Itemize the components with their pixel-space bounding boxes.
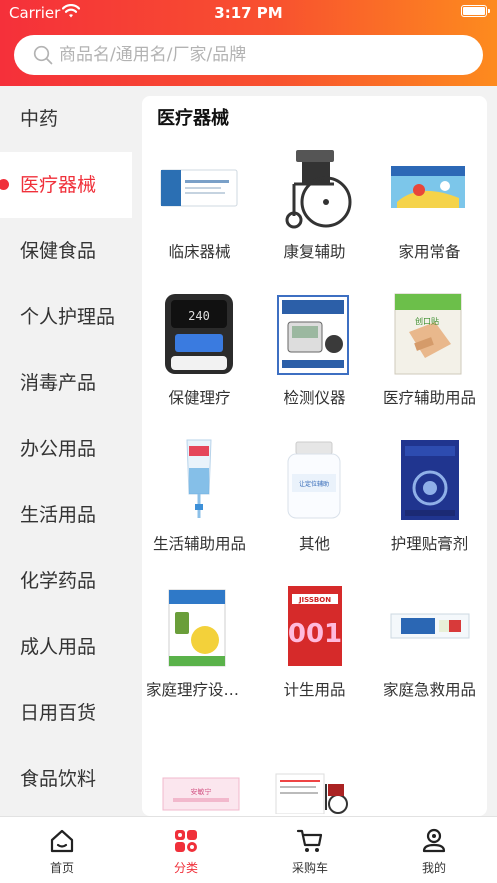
cart-icon [296,829,323,852]
sidebar-item-label: 消毒产品 [20,372,97,394]
sidebar-item-label: 化学药品 [20,570,97,592]
svg-text:001: 001 [288,619,342,649]
subcategory-label: 家庭急救用品 [382,681,476,699]
subcategory-label: 临床器械 [168,243,231,261]
liquid-bag-image [186,439,212,518]
tab-label: 分类 [173,861,198,875]
sidebar-item[interactable]: 化学药品 [0,548,132,614]
subcategory-item[interactable]: 创口贴 医疗辅助用品 [372,286,487,432]
subcategory-item[interactable]: 家庭急救用品 [372,578,487,724]
subcategory-panel: 医疗器械 临床器械 康复辅助 家用常备 240 保健理疗 检测仪器 创口贴医疗辅助用品生活辅… [142,96,487,816]
sidebar-item[interactable]: 消毒产品 [0,350,132,416]
sidebar-item-label: 成人用品 [20,636,97,658]
subcategory-item[interactable]: 240 保健理疗 [142,286,257,432]
tab-bar: 首页 分类 采购车 我的 [0,816,497,883]
svg-text:安敏宁: 安敏宁 [191,787,212,796]
tab-category-grid[interactable]: 分类 [124,817,248,883]
sidebar-item-label: 办公用品 [20,438,97,460]
subcategory-label: 家用常备 [398,243,461,261]
sidebar-item[interactable]: 食品饮料 [0,746,132,812]
therapy-kit-image [168,589,226,667]
active-indicator [0,179,9,190]
subcategory-label: 计生用品 [283,681,346,699]
subcategory-item[interactable]: JISSBON 001 计生用品 [257,578,372,724]
sidebar-item[interactable]: 中药 [0,86,132,152]
subcategory-label: 其他 [298,535,330,553]
tab-label: 我的 [421,861,446,875]
category-grid-icon [175,830,197,852]
sidebar-item-label: 中药 [20,108,59,130]
sidebar-item-label: 保健食品 [20,240,97,262]
subcategory-item[interactable]: 护理贴膏剂 [372,432,487,578]
sidebar-item-label: 食品饮料 [20,768,97,790]
subcategory-grid: 临床器械 康复辅助 家用常备 240 保健理疗 检测仪器 创口贴 医疗辅助用品 生活辅助用品 让定… [142,140,487,816]
subcategory-item[interactable]: 家庭理疗设备... [142,578,257,724]
sidebar-item[interactable]: 生活用品 [0,482,132,548]
wheelchair-image [285,150,352,229]
panel-title: 医疗器械 [157,108,229,129]
first-aid-strip-image [390,613,470,639]
sidebar-item[interactable]: 成人用品 [0,614,132,680]
svg-text:让定位辅助: 让定位辅助 [299,480,329,488]
sidebar-item-label: 医疗器械 [20,174,97,196]
subcategory-item[interactable]: 生活辅助用品 [142,432,257,578]
blood-pressure-monitor-image [277,295,349,375]
svg-text:240: 240 [188,309,210,323]
tab-cart[interactable]: 采购车 [248,817,372,883]
sidebar-item[interactable]: 保健食品 [0,218,132,284]
search-icon [33,45,53,65]
sidebar-item-label: 日用百货 [20,702,97,724]
subcategory-item[interactable]: 检测仪器 [257,286,372,432]
subcategory-item[interactable]: 安敏宁 [142,724,257,816]
header: Carrier 3:17 PM [0,0,497,86]
profile-icon [422,828,446,853]
sidebar-item-label: 个人护理品 [20,306,116,328]
subcategory-item[interactable]: 让定位辅助 其他 [257,432,372,578]
subcategory-label: 生活辅助用品 [152,535,246,553]
pink-package-image: 安敏宁 [162,777,240,811]
subcategory-item[interactable] [257,724,372,816]
status-bar: Carrier 3:17 PM [0,0,497,26]
sidebar-item[interactable]: 日用百货 [0,680,132,746]
plaster-box-image [401,440,459,520]
therapy-device-image: 240 [165,294,233,374]
tab-profile[interactable]: 我的 [372,817,496,883]
category-sidebar: 中药医疗器械保健食品个人护理品消毒产品办公用品生活用品化学药品成人用品日用百货食… [0,86,132,816]
subcategory-item[interactable]: 康复辅助 [257,140,372,286]
subcategory-label: 护理贴膏剂 [390,535,469,553]
medical-box-image [160,169,238,207]
battery-icon [461,5,490,17]
subcategory-label: 检测仪器 [283,389,346,407]
subcategory-label: 康复辅助 [283,243,346,261]
subcategory-label: 家庭理疗设备... [146,681,254,699]
tab-label: 首页 [49,861,74,875]
sidebar-item[interactable]: 办公用品 [0,416,132,482]
wheelchair-leaflet-image [275,773,348,814]
search-input[interactable] [59,35,469,75]
subcategory-label: 医疗辅助用品 [382,389,476,407]
tab-home[interactable]: 首页 [0,817,124,883]
svg-text:创口贴: 创口贴 [415,316,439,326]
search-bar[interactable] [14,35,483,75]
home-icon [50,829,74,853]
bandage-box-image: 创口贴 [394,293,462,375]
sidebar-item[interactable]: 个人护理品 [0,284,132,350]
sidebar-item-label: 生活用品 [20,504,97,526]
svg-text:JISSBON: JISSBON [298,596,331,604]
sidebar-item[interactable]: 医疗器械 [0,152,132,218]
kids-patch-box-image [391,166,465,208]
supplement-bottle-image: 让定位辅助 [287,441,341,519]
tab-label: 采购车 [291,861,328,875]
status-time: 3:17 PM [214,4,283,22]
subcategory-item[interactable]: 临床器械 [142,140,257,286]
condom-box-image: JISSBON 001 [288,586,342,666]
subcategory-label: 保健理疗 [168,389,231,407]
subcategory-item[interactable]: 家用常备 [372,140,487,286]
